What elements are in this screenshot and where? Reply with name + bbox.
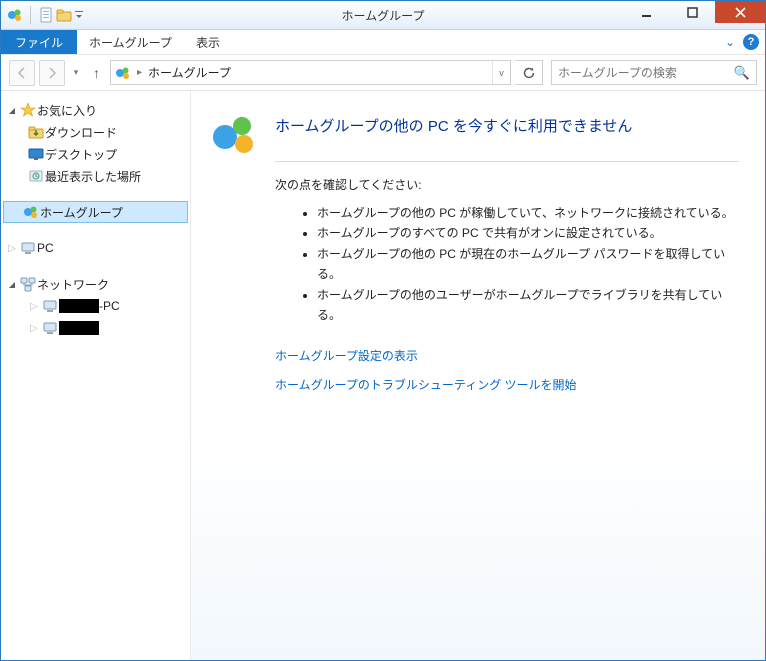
tree-favorites[interactable]: お気に入り — [1, 99, 190, 121]
tree-network-pc-1[interactable]: -PC — [1, 295, 190, 317]
content-pane: ホームグループの他の PC を今すぐに利用できません 次の点を確認してください:… — [191, 91, 765, 660]
maximize-button[interactable] — [669, 1, 715, 23]
star-icon — [19, 102, 37, 118]
divider — [275, 161, 739, 162]
expand-ribbon-icon[interactable]: ⌄ — [725, 35, 735, 49]
bullet-list: ホームグループの他の PC が稼働していて、ネットワークに接続されている。 ホー… — [317, 203, 739, 325]
close-button[interactable] — [715, 1, 765, 23]
computer-icon — [19, 240, 37, 256]
qat-dropdown-icon[interactable] — [74, 7, 84, 23]
breadcrumb-separator-icon[interactable]: ▸ — [137, 67, 142, 78]
bullet-item: ホームグループのすべての PC で共有がオンに設定されている。 — [317, 223, 739, 243]
file-tab[interactable]: ファイル — [1, 30, 77, 54]
recent-locations-dropdown[interactable]: ▾ — [69, 67, 83, 78]
tree-label: PC — [37, 241, 54, 255]
address-bar[interactable]: ▸ ホームグループ v — [110, 60, 511, 85]
help-icon[interactable]: ? — [743, 34, 759, 50]
qat-divider — [30, 6, 31, 24]
search-input[interactable] — [558, 66, 734, 80]
recent-places-icon — [27, 168, 45, 184]
tree-downloads[interactable]: ダウンロード — [1, 121, 190, 143]
computer-icon — [41, 320, 59, 336]
navigation-pane: お気に入り ダウンロード デスクトップ 最近表示した場所 ホームグループ PC — [1, 91, 191, 660]
forward-button[interactable] — [39, 60, 65, 86]
tree-desktop[interactable]: デスクトップ — [1, 143, 190, 165]
title-bar: ホームグループ — [1, 1, 765, 30]
tree-pc[interactable]: PC — [1, 237, 190, 259]
tree-label: -PC — [59, 299, 120, 314]
refresh-button[interactable] — [515, 60, 543, 85]
search-icon[interactable]: 🔍 — [734, 65, 750, 81]
check-intro: 次の点を確認してください: — [275, 176, 739, 193]
homegroup-icon — [22, 204, 40, 220]
minimize-button[interactable] — [623, 1, 669, 23]
homegroup-tab[interactable]: ホームグループ — [77, 30, 184, 54]
tree-label: ホームグループ — [40, 204, 123, 221]
tree-label: デスクトップ — [45, 146, 117, 163]
homegroup-large-icon — [211, 113, 257, 155]
ribbon-tabs: ファイル ホームグループ 表示 ⌄ ? — [1, 30, 765, 55]
homegroup-icon — [115, 65, 131, 81]
expander-icon[interactable] — [5, 105, 19, 116]
quick-access-toolbar — [1, 6, 84, 24]
bullet-item: ホームグループの他の PC が現在のホームグループ パスワードを取得している。 — [317, 244, 739, 285]
tree-label: ネットワーク — [37, 276, 109, 293]
window-controls — [623, 1, 765, 23]
computer-icon — [41, 298, 59, 314]
address-dropdown-icon[interactable]: v — [492, 61, 510, 84]
homegroup-icon — [7, 7, 23, 23]
network-icon — [19, 276, 37, 292]
expander-icon[interactable] — [27, 323, 41, 334]
properties-icon[interactable] — [38, 7, 54, 23]
link-view-settings[interactable]: ホームグループ設定の表示 — [275, 347, 739, 364]
tree-label: ダウンロード — [45, 124, 117, 141]
expander-icon[interactable] — [27, 301, 41, 312]
expander-icon[interactable] — [5, 243, 19, 254]
back-button[interactable] — [9, 60, 35, 86]
tree-recent[interactable]: 最近表示した場所 — [1, 165, 190, 187]
bullet-item: ホームグループの他のユーザーがホームグループでライブラリを共有している。 — [317, 285, 739, 326]
tree-network-pc-2[interactable] — [1, 317, 190, 339]
navigation-bar: ▾ ↑ ▸ ホームグループ v 🔍 — [1, 55, 765, 91]
bullet-item: ホームグループの他の PC が稼働していて、ネットワークに接続されている。 — [317, 203, 739, 223]
tree-label: 最近表示した場所 — [45, 168, 141, 185]
new-folder-icon[interactable] — [56, 7, 72, 23]
link-troubleshoot[interactable]: ホームグループのトラブルシューティング ツールを開始 — [275, 376, 739, 393]
view-tab[interactable]: 表示 — [184, 30, 232, 54]
up-button[interactable]: ↑ — [87, 65, 106, 81]
tree-network[interactable]: ネットワーク — [1, 273, 190, 295]
tree-homegroup[interactable]: ホームグループ — [3, 201, 188, 223]
expander-icon[interactable] — [5, 279, 19, 290]
tree-label — [59, 321, 99, 336]
search-box[interactable]: 🔍 — [551, 60, 757, 85]
desktop-icon — [27, 146, 45, 162]
folder-download-icon — [27, 124, 45, 140]
breadcrumb-location[interactable]: ホームグループ — [148, 64, 231, 81]
tree-label: お気に入り — [37, 102, 97, 119]
content-title: ホームグループの他の PC を今すぐに利用できません — [275, 115, 739, 136]
